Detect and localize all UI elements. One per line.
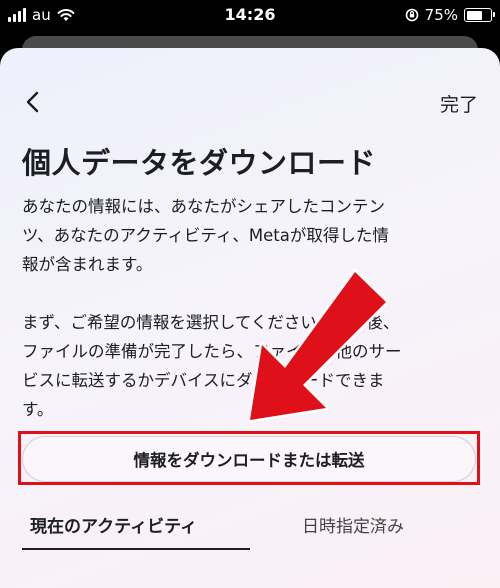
description-line: ツ、あなたのアクティビティ、Metaが取得した情 [22, 226, 389, 245]
tab-current-activity[interactable]: 現在のアクティビティ [30, 512, 197, 537]
status-right: 75% [405, 6, 495, 24]
description-paragraph: あなたの情報には、あなたがシェアしたコンテン ツ、あなたのアクティビティ、Met… [22, 192, 472, 279]
activity-tabs: 現在のアクティビティ 日時指定済み [0, 450, 500, 550]
back-button[interactable] [22, 90, 44, 114]
tab-scheduled[interactable]: 日時指定済み [302, 512, 404, 537]
instructions-line: ビスに転送するかデバイスにダウンロードできま [22, 371, 385, 390]
instructions-line: まず、ご希望の情報を選択してください。その後、 [22, 313, 400, 332]
tab-selected-underline [22, 548, 250, 550]
instructions-line: ファイルの準備が完了したら、ファイルを他のサー [22, 342, 402, 361]
orientation-lock-icon [405, 8, 418, 22]
screen: au 14:26 75% 完了 個人データをダウンロード あなたの情報には、あな… [0, 0, 500, 588]
battery-fill [466, 10, 482, 20]
instructions-line: す。 [22, 400, 54, 419]
battery-percent: 75% [424, 6, 458, 24]
description-line: あなたの情報には、あなたがシェアしたコンテン [22, 197, 385, 216]
battery-icon [464, 8, 495, 22]
page-title: 個人データをダウンロード [22, 146, 377, 180]
status-bar: au 14:26 75% [0, 0, 500, 32]
instructions-paragraph: まず、ご希望の情報を選択してください。その後、 ファイルの準備が完了したら、ファ… [22, 308, 472, 424]
description-line: 報が含まれます。 [22, 255, 153, 274]
done-button[interactable]: 完了 [440, 90, 478, 117]
chevron-left-icon [26, 91, 39, 113]
